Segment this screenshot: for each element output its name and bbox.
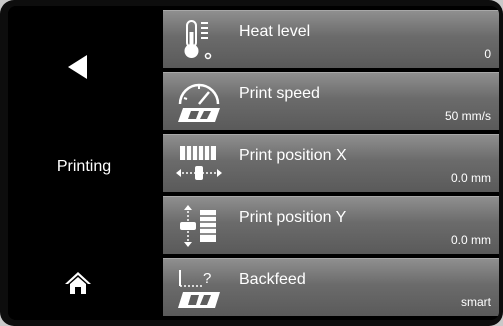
menu-item-value: 0	[484, 47, 491, 61]
settings-menu: Heat level 0 Print speed 50 mm/s Print p…	[163, 10, 499, 320]
menu-item-value: smart	[461, 295, 491, 309]
menu-item-label: Backfeed	[239, 271, 306, 288]
menu-item-value: 0.0 mm	[450, 171, 491, 185]
menu-item-value: 50 mm/s	[444, 109, 491, 123]
back-arrow-icon	[68, 55, 87, 79]
svg-text:?: ?	[203, 270, 211, 287]
menu-item-label: Heat level	[239, 23, 311, 40]
screen: Printing Heat level 0 Print speed 50 mm/…	[8, 6, 499, 320]
screen-title: Printing	[56, 158, 112, 175]
vertical-position-icon	[171, 203, 227, 249]
backfeed-icon: ?	[171, 265, 227, 311]
speedometer-icon	[171, 79, 227, 125]
menu-item-backfeed[interactable]: ? Backfeed smart	[163, 258, 499, 316]
menu-item-label: Print speed	[239, 85, 320, 102]
horizontal-position-icon	[171, 141, 227, 187]
home-icon	[65, 272, 91, 294]
menu-item-print-position-y[interactable]: Print position Y 0.0 mm	[163, 196, 499, 254]
menu-item-value: 0.0 mm	[450, 233, 491, 247]
menu-item-label: Print position X	[239, 147, 347, 164]
menu-item-heat-level[interactable]: Heat level 0	[163, 10, 499, 68]
device-bezel: Printing Heat level 0 Print speed 50 mm/…	[0, 0, 503, 326]
menu-item-print-speed[interactable]: Print speed 50 mm/s	[163, 72, 499, 130]
back-button[interactable]	[48, 42, 108, 92]
thermometer-icon	[171, 17, 227, 63]
menu-item-print-position-x[interactable]: Print position X 0.0 mm	[163, 134, 499, 192]
home-button[interactable]	[48, 261, 108, 305]
menu-item-label: Print position Y	[239, 209, 347, 226]
sidebar: Printing	[8, 6, 160, 320]
